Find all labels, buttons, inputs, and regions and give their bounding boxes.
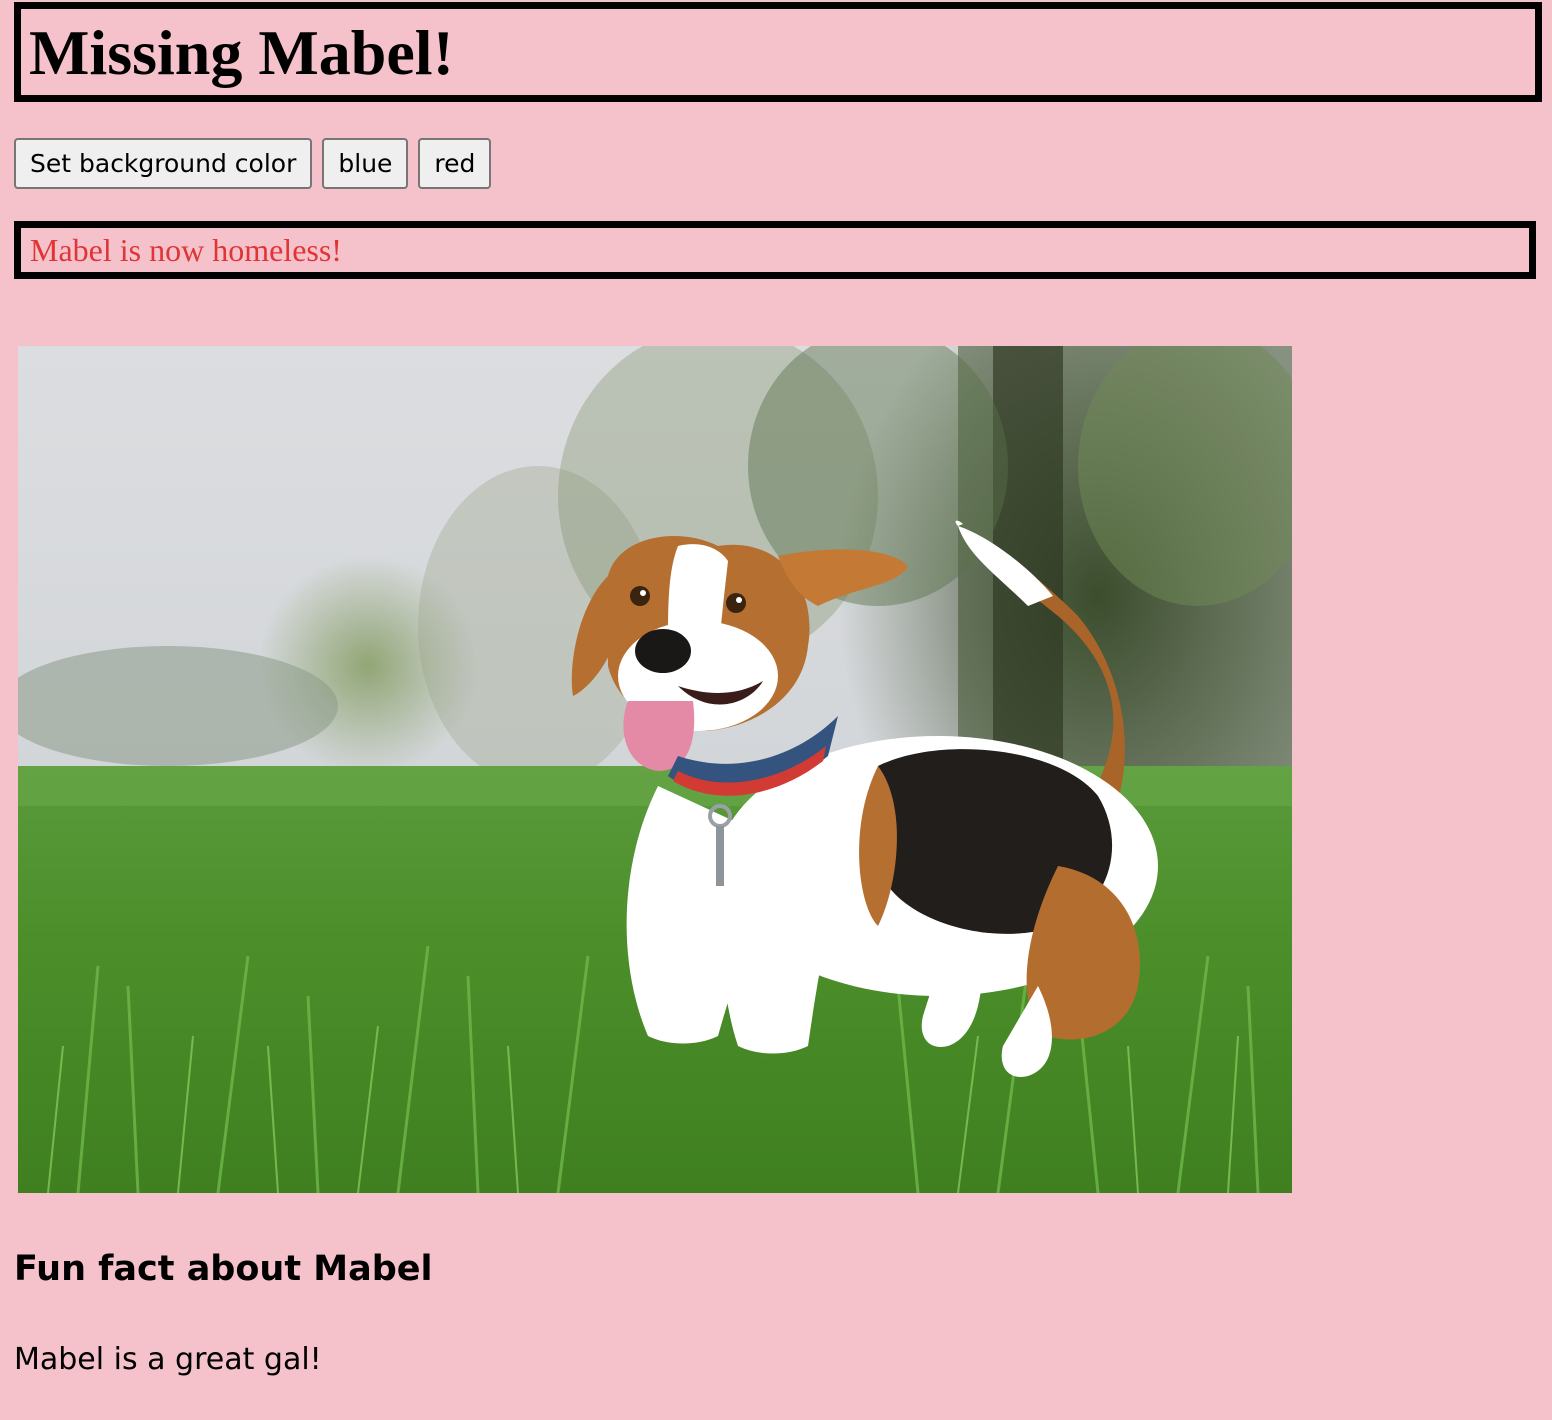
- page-title: Missing Mabel!: [29, 17, 454, 88]
- set-background-color-button[interactable]: Set background color: [14, 138, 313, 189]
- button-row: Set background color blue red: [14, 138, 492, 189]
- title-box: Missing Mabel!: [14, 2, 1542, 102]
- red-button[interactable]: red: [418, 138, 492, 189]
- blue-button[interactable]: blue: [322, 138, 409, 189]
- fun-fact-text: Mabel is a great gal!: [14, 1342, 322, 1377]
- dog-photo: [18, 346, 1292, 1193]
- status-box: Mabel is now homeless!: [14, 221, 1536, 279]
- fun-fact-heading: Fun fact about Mabel: [14, 1249, 433, 1289]
- status-message: Mabel is now homeless!: [30, 232, 342, 268]
